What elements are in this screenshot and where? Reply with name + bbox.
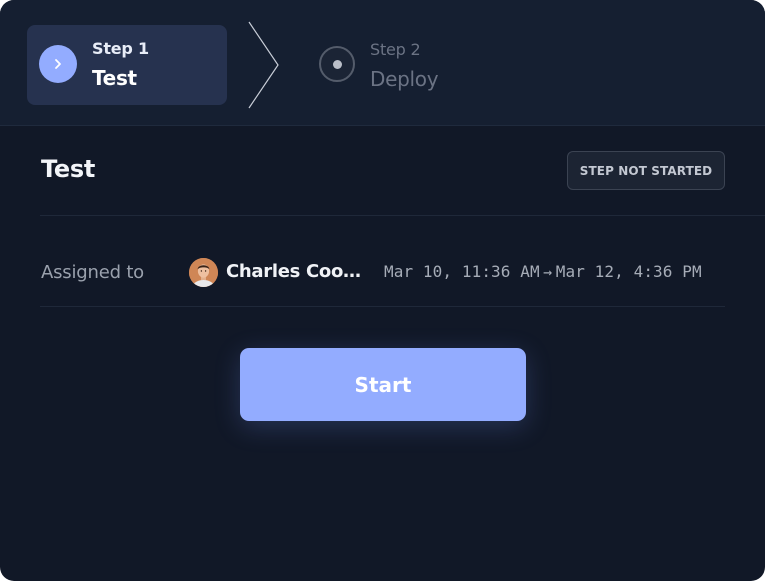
step-title: Test bbox=[41, 155, 96, 183]
arrow-right-icon: → bbox=[543, 263, 553, 281]
dot-icon bbox=[332, 59, 342, 69]
assigned-to-label: Assigned to bbox=[41, 262, 144, 283]
end-date: Mar 12, 4:36 PM bbox=[555, 262, 702, 281]
date-range: Mar 10, 11:36 AM → Mar 12, 4:36 PM bbox=[384, 262, 702, 281]
user-avatar-icon bbox=[189, 258, 218, 287]
start-date: Mar 10, 11:36 AM bbox=[384, 262, 540, 281]
step-1-tab[interactable]: Step 1 Test bbox=[27, 25, 227, 105]
chevron-right-icon bbox=[55, 59, 61, 69]
start-button[interactable]: Start bbox=[240, 348, 526, 421]
step-panel: Step 1 Test Step 2 Deploy Test STEP NOT … bbox=[0, 0, 765, 581]
step-2-tab[interactable]: Step 2 Deploy bbox=[316, 25, 516, 105]
section-divider bbox=[40, 215, 765, 216]
step-1-indicator bbox=[39, 45, 77, 83]
step-separator-chevron bbox=[248, 21, 279, 109]
assignee-name[interactable]: Charles Coo… bbox=[226, 261, 361, 282]
status-badge: STEP NOT STARTED bbox=[567, 151, 725, 190]
row-divider bbox=[40, 306, 725, 307]
step-2-indicator bbox=[319, 46, 355, 82]
step-1-name: Test bbox=[92, 66, 137, 90]
avatar[interactable] bbox=[189, 258, 218, 287]
step-1-number: Step 1 bbox=[92, 39, 149, 58]
step-2-number: Step 2 bbox=[370, 40, 421, 59]
step-2-name: Deploy bbox=[370, 67, 439, 91]
stepper-header: Step 1 Test Step 2 Deploy bbox=[0, 0, 765, 126]
